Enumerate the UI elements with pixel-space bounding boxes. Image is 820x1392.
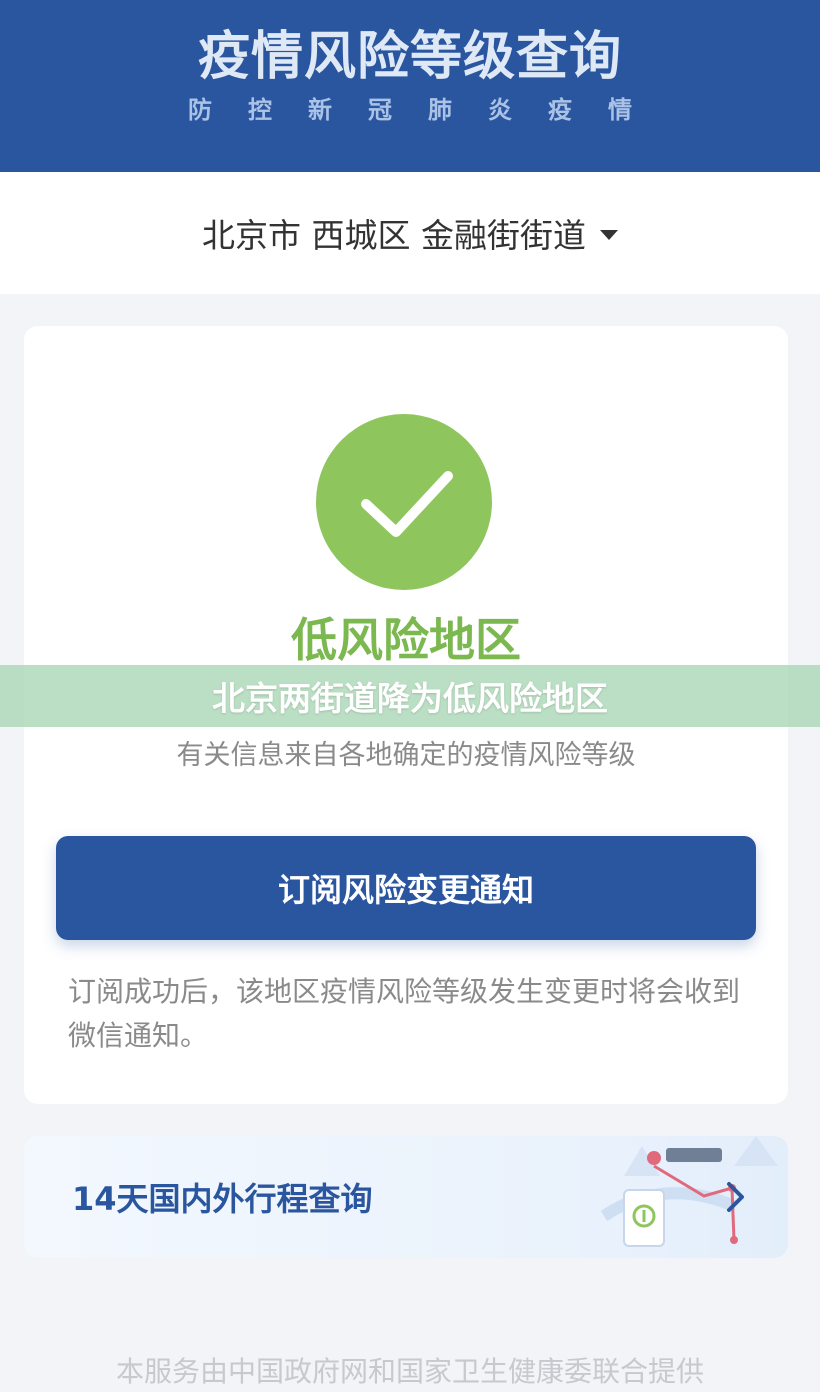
trip-query-label: 14天国内外行程查询 — [72, 1180, 373, 1218]
risk-info-text: 有关信息来自各地确定的疫情风险等级 — [176, 740, 636, 771]
trip-query-card[interactable]: 14天国内外行程查询 — [24, 1136, 788, 1258]
subscribe-note: 订阅成功后，该地区疫情风险等级发生变更时将会收到微信通知。 — [68, 975, 741, 1052]
region-selector[interactable]: 北京市 西城区 金融街街道 — [0, 172, 820, 294]
page-title: 疫情风险等级查询 — [197, 27, 622, 87]
app-header: 疫情风险等级查询 防控新冠肺炎疫情 — [0, 0, 820, 172]
chevron-right-icon — [727, 1182, 744, 1212]
subscribe-risk-change-button[interactable]: 订阅风险变更通知 — [56, 836, 756, 940]
risk-level-text: 低风险地区 — [291, 613, 521, 667]
footer-text: 本服务由中国政府网和国家卫生健康委联合提供 — [115, 1355, 704, 1388]
low-risk-check-icon — [316, 414, 492, 590]
news-headline-banner: 北京两街道降为低风险地区 — [0, 665, 820, 727]
page-subtitle: 防控新冠肺炎疫情 — [188, 96, 668, 124]
map-illustration-icon — [600, 1136, 778, 1247]
news-headline-text: 北京两街道降为低风险地区 — [212, 679, 608, 718]
region-label: 北京市 西城区 金融街街道 — [202, 216, 586, 255]
caret-down-icon — [599, 230, 618, 240]
